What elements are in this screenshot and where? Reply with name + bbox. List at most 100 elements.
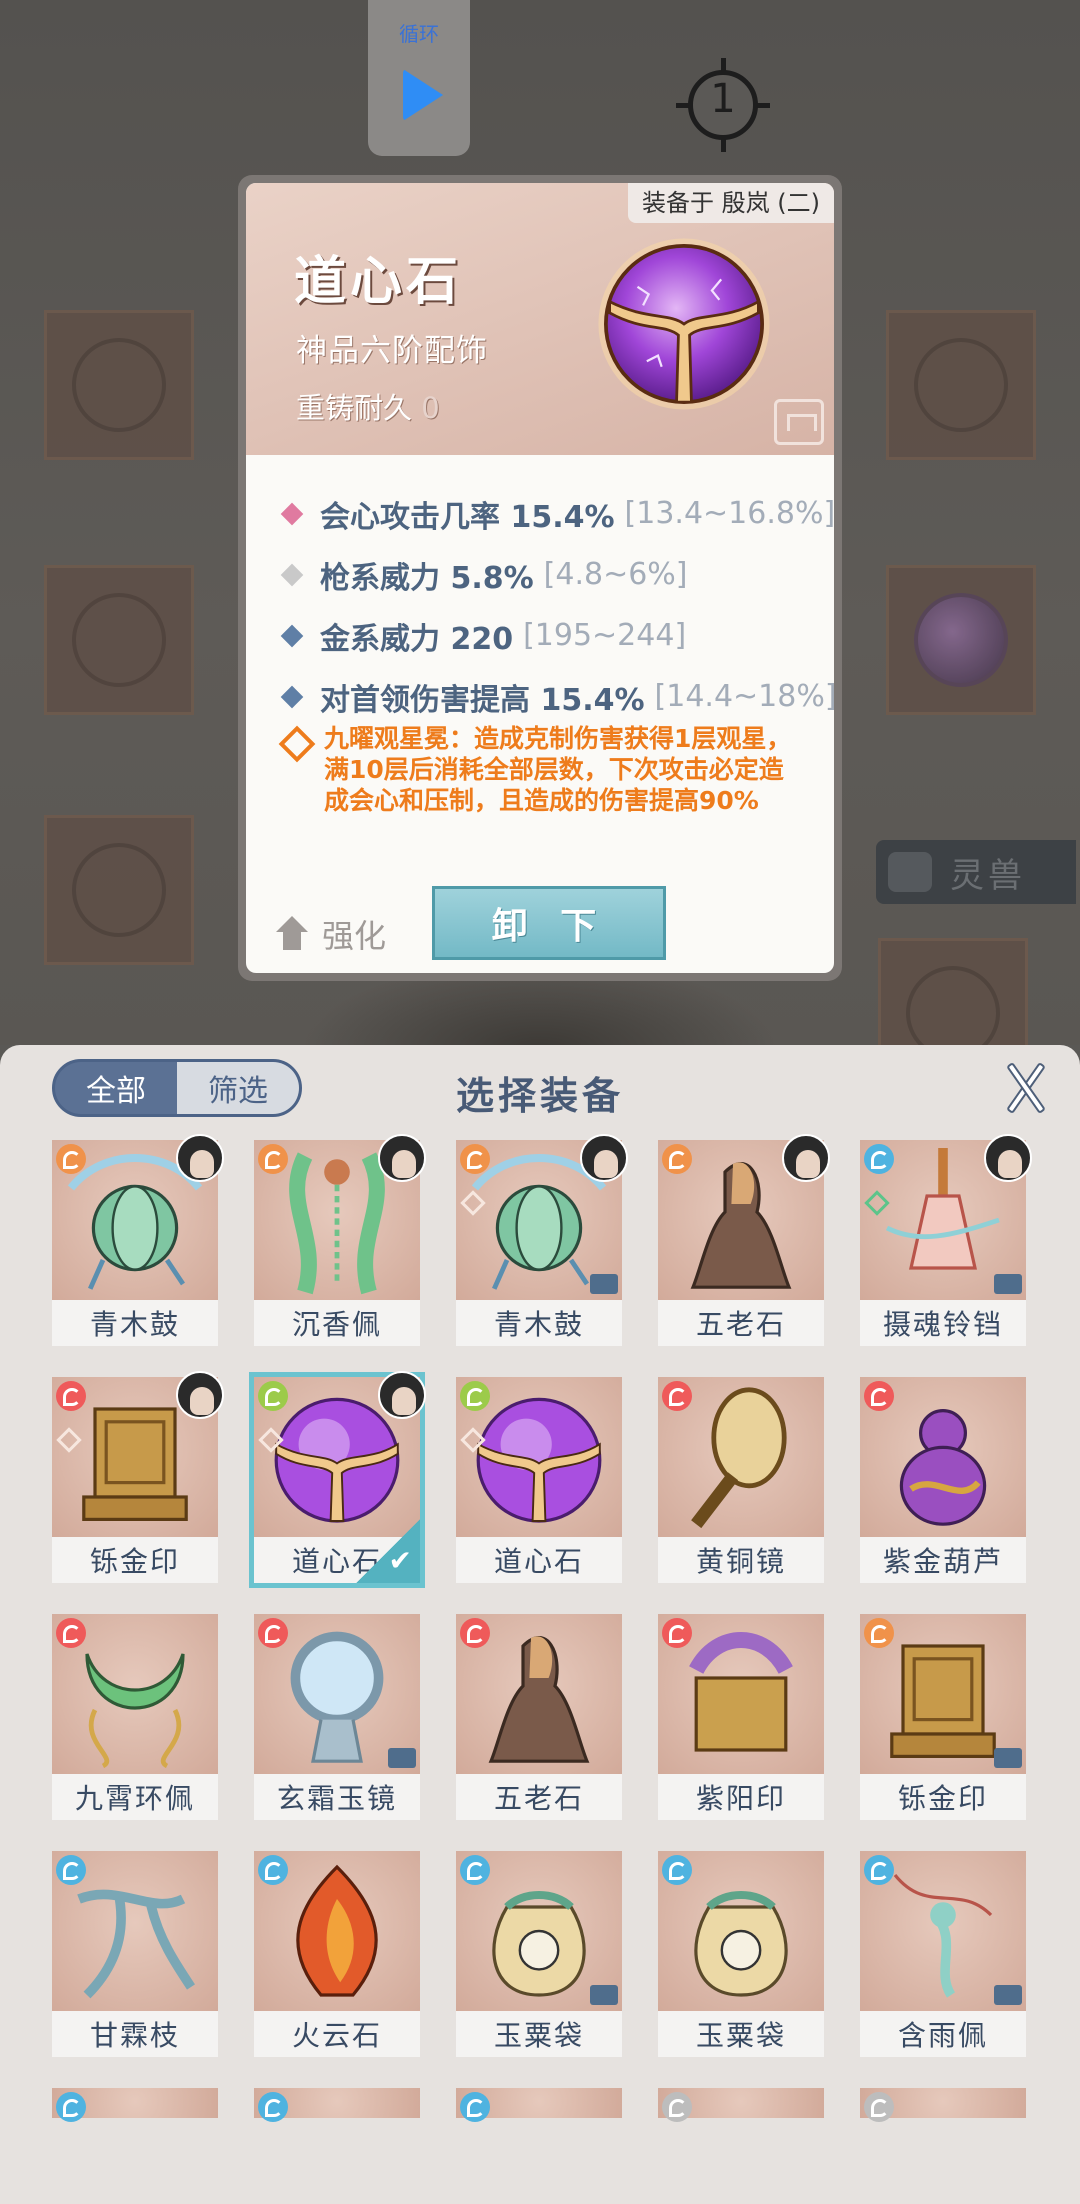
element-icon <box>258 1144 288 1174</box>
equipment-item[interactable]: 玉粟袋 <box>456 1851 622 2057</box>
armor-slot <box>886 310 1036 460</box>
item-label: 五老石 <box>456 1774 622 1820</box>
stat-row: 对首领伤害提高 15.4% [14.4~18%] <box>278 666 834 727</box>
equipment-item[interactable]: 含雨佩 <box>860 1851 1026 2057</box>
item-grade: 神品六阶配饰 <box>296 333 488 369</box>
equipment-item[interactable]: 铄金印 <box>860 1614 1026 1820</box>
element-icon <box>56 1618 86 1648</box>
stat-range: [4.8~6%] <box>543 557 688 592</box>
item-label: 黄铜镜 <box>658 1537 824 1583</box>
equipment-tooltip: 装备于 殷岚 (二) 道心石 神品六阶配饰 重铸耐久 0 会心攻击几率 15.4… <box>238 175 842 981</box>
storage-icon <box>388 1748 416 1768</box>
stat-range: [195~244] <box>523 618 687 653</box>
item-label: 玉粟袋 <box>658 2011 824 2057</box>
equipment-item[interactable]: 道心石 <box>456 1377 622 1583</box>
reforge-durability: 重铸耐久 0 <box>296 385 440 427</box>
item-label: 含雨佩 <box>860 2011 1026 2057</box>
effect-icon <box>278 725 316 763</box>
storage-icon <box>994 1274 1022 1294</box>
item-name: 道心石 <box>294 251 463 312</box>
element-icon <box>460 1618 490 1648</box>
item-label: 玄霜玉镜 <box>254 1774 420 1820</box>
element-icon <box>460 2092 490 2122</box>
element-icon <box>662 1855 692 1885</box>
equipment-item[interactable]: 黄铜镜 <box>658 1377 824 1583</box>
equipment-item[interactable]: 青木鼓 <box>456 1134 628 1346</box>
equipment-item-partial[interactable] <box>456 2088 622 2122</box>
equipment-item[interactable]: 甘霖枝 <box>52 1851 218 2057</box>
item-label: 青木鼓 <box>52 1300 218 1346</box>
effect-line: 成会心和压制，且造成的伤害提高90% <box>324 786 759 815</box>
equipment-item[interactable]: 摄魂铃铛 <box>860 1134 1032 1346</box>
item-label: 紫金葫芦 <box>860 1537 1026 1583</box>
stat-range: [14.4~18%] <box>654 679 834 714</box>
unequip-button[interactable]: 卸 下 <box>432 886 666 960</box>
equipment-item[interactable]: 青木鼓 <box>52 1134 224 1346</box>
stat-list: 会心攻击几率 15.4% [13.4~16.8%] 枪系威力 5.8% [4.8… <box>278 483 834 727</box>
equipment-item[interactable]: 沉香佩 <box>254 1134 426 1346</box>
spirit-beast-label: 灵兽 <box>950 855 1026 896</box>
element-icon <box>56 2092 86 2122</box>
effect-text: 九曜观星冕：造成克制伤害获得1层观星， 满10层后消耗全部层数，下次攻击必定造 … <box>324 723 791 816</box>
equipment-item[interactable]: 玉粟袋 <box>658 1851 824 2057</box>
owner-avatar <box>176 1371 224 1419</box>
element-icon <box>258 1381 288 1411</box>
equipment-item-partial[interactable] <box>52 2088 218 2122</box>
element-icon <box>56 1381 86 1411</box>
equipment-item[interactable]: 道心石 <box>249 1371 426 1588</box>
diamond-icon <box>280 563 304 586</box>
element-icon <box>258 2092 288 2122</box>
item-label: 九霄环佩 <box>52 1774 218 1820</box>
target-icon[interactable]: 1 <box>676 58 770 152</box>
stat-range: [13.4~16.8%] <box>624 496 834 531</box>
stat-name: 会心攻击几率 15.4% <box>320 499 615 535</box>
equipment-item[interactable]: 铄金印 <box>52 1371 224 1583</box>
loop-label: 循环 <box>399 22 439 46</box>
equipment-select-panel: 全部 筛选 选择装备 青木鼓沉香佩青木鼓五老石摄魂铃铛铄金印道心石道心石黄铜镜紫… <box>0 1045 1080 2204</box>
equipment-item[interactable]: 九霄环佩 <box>52 1614 218 1820</box>
item-label: 玉粟袋 <box>456 2011 622 2057</box>
owner-avatar <box>580 1134 628 1182</box>
loop-button[interactable]: 循环 <box>368 0 470 156</box>
paw-icon <box>888 852 932 892</box>
storage-icon <box>590 1985 618 2005</box>
element-icon <box>662 1381 692 1411</box>
item-label: 铄金印 <box>52 1537 218 1583</box>
close-icon[interactable] <box>1000 1059 1050 1115</box>
item-label: 甘霖枝 <box>52 2011 218 2057</box>
upgrade-button[interactable]: 强化 <box>276 911 386 957</box>
equipment-item-partial[interactable] <box>658 2088 824 2122</box>
panel-title: 选择装备 <box>455 1074 624 1118</box>
upgrade-arrow-icon <box>276 916 308 952</box>
equipment-item[interactable]: 火云石 <box>254 1851 420 2057</box>
diamond-icon <box>280 624 304 647</box>
equipment-item[interactable]: 玄霜玉镜 <box>254 1614 420 1820</box>
item-label: 铄金印 <box>860 1774 1026 1820</box>
item-label: 道心石 <box>456 1537 622 1583</box>
weapon-slot <box>44 310 194 460</box>
element-icon <box>864 1855 894 1885</box>
accessory-slot <box>886 565 1036 715</box>
equipment-item-partial[interactable] <box>860 2088 1026 2122</box>
owner-avatar <box>984 1134 1032 1182</box>
element-icon <box>56 1144 86 1174</box>
equipment-item-partial[interactable] <box>254 2088 420 2122</box>
element-icon <box>258 1855 288 1885</box>
target-number: 1 <box>710 76 736 122</box>
equipment-item[interactable]: 紫阳印 <box>658 1614 824 1820</box>
reforge-value: 0 <box>421 391 440 425</box>
equipment-item[interactable]: 五老石 <box>456 1614 622 1820</box>
spirit-beast-tab: 灵兽 <box>876 840 1076 904</box>
element-icon <box>662 2092 692 2122</box>
boots-slot <box>44 815 194 965</box>
equipment-item[interactable]: 五老石 <box>658 1134 830 1346</box>
diamond-icon <box>280 685 304 708</box>
equipped-on-label: 装备于 殷岚 (二) <box>628 183 834 223</box>
lock-icon[interactable] <box>774 399 824 445</box>
element-icon <box>864 1144 894 1174</box>
play-icon <box>403 69 443 121</box>
special-effect: 九曜观星冕：造成克制伤害获得1层观星， 满10层后消耗全部层数，下次攻击必定造 … <box>278 723 818 816</box>
equipment-item[interactable]: 紫金葫芦 <box>860 1377 1026 1583</box>
item-label: 紫阳印 <box>658 1774 824 1820</box>
item-label: 五老石 <box>658 1300 824 1346</box>
